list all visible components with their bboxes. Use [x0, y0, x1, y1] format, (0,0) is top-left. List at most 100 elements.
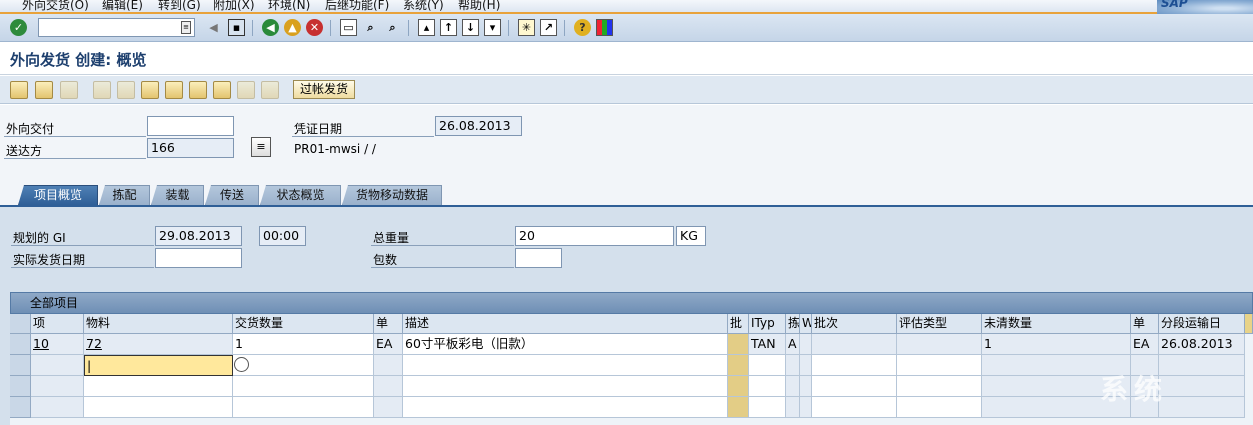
tab-goods-movement-data[interactable]: 货物移动数据	[342, 185, 442, 205]
table-cell-item-type[interactable]	[749, 376, 786, 397]
menu-goto[interactable]: 转到(G)	[158, 0, 201, 12]
table-cell-material-input[interactable]: |	[84, 355, 233, 376]
layout-menu-icon[interactable]	[596, 19, 613, 36]
table-cell-stage-date[interactable]: 26.08.2013	[1159, 334, 1245, 355]
column-header[interactable]: 分段运输日	[1159, 314, 1245, 334]
table-cell-stage-date[interactable]	[1159, 397, 1245, 418]
display-change-icon[interactable]	[10, 81, 28, 99]
serial-numbers-icon[interactable]	[237, 81, 255, 99]
table-cell-item[interactable]	[31, 376, 84, 397]
row-selector[interactable]	[10, 376, 31, 397]
command-collapse-icon[interactable]: ◀	[205, 19, 222, 36]
menu-follow-on[interactable]: 后继功能(F)	[325, 0, 389, 12]
table-cell-open-quantity[interactable]: 1	[982, 334, 1131, 355]
tab-transport[interactable]: 传送	[205, 185, 259, 205]
table-cell-batch[interactable]	[812, 376, 897, 397]
table-cell-unit[interactable]	[374, 355, 403, 376]
table-cell-description[interactable]	[403, 397, 728, 418]
table-cell-valuation-type[interactable]	[897, 376, 982, 397]
table-cell-batch[interactable]	[812, 334, 897, 355]
table-cell-batch[interactable]	[812, 355, 897, 376]
header-detail-icon[interactable]	[93, 81, 111, 99]
table-cell-quantity[interactable]: 1	[233, 334, 374, 355]
menu-environment[interactable]: 环境(N)	[268, 0, 310, 12]
column-header[interactable]: 项	[31, 314, 84, 334]
table-cell-picking[interactable]	[786, 376, 800, 397]
last-page-icon[interactable]: ▾	[484, 19, 501, 36]
table-cell-item[interactable]	[31, 397, 84, 418]
next-page-icon[interactable]: ↓	[462, 19, 479, 36]
table-cell-batch-flag[interactable]	[728, 334, 749, 355]
planned-gi-time-field[interactable]: 00:00	[259, 226, 306, 246]
table-cell-item-type[interactable]	[749, 355, 786, 376]
texts-icon[interactable]	[165, 81, 183, 99]
save-icon[interactable]: ▪	[228, 19, 245, 36]
table-cell-batch-flag[interactable]	[728, 376, 749, 397]
total-weight-field[interactable]: 20	[515, 226, 674, 246]
actual-gi-date-field[interactable]	[155, 248, 242, 268]
menu-system[interactable]: 系统(Y)	[403, 0, 444, 12]
table-cell-item[interactable]: 10	[31, 334, 84, 355]
find-next-icon[interactable]: ⌕	[384, 19, 401, 36]
column-header[interactable]: ITyp	[749, 314, 786, 334]
table-cell-quantity[interactable]	[233, 397, 374, 418]
table-cell-unit[interactable]	[374, 376, 403, 397]
table-cell-item-type[interactable]: TAN	[749, 334, 786, 355]
find-icon[interactable]: ⌕	[362, 19, 379, 36]
value-help-icon[interactable]	[234, 357, 249, 372]
create-session-icon[interactable]: ✳	[518, 19, 535, 36]
column-header[interactable]: 未清数量	[982, 314, 1131, 334]
weight-unit-field[interactable]: KG	[676, 226, 706, 246]
column-header[interactable]: 拣	[786, 314, 800, 334]
address-details-icon[interactable]: ≡	[251, 137, 271, 157]
delete-icon[interactable]	[60, 81, 78, 99]
command-history-icon[interactable]: ≡	[181, 21, 191, 34]
post-goods-issue-button[interactable]: 过帐发货	[293, 80, 356, 99]
row-selector[interactable]	[10, 355, 31, 376]
tab-item-overview[interactable]: 项目概览	[18, 185, 98, 205]
table-cell-w[interactable]	[800, 376, 812, 397]
column-header[interactable]: 批	[728, 314, 749, 334]
table-cell-w[interactable]	[800, 397, 812, 418]
tab-loading[interactable]: 装载	[151, 185, 204, 205]
previous-page-icon[interactable]: ↑	[440, 19, 457, 36]
cancel-icon[interactable]: ✕	[306, 19, 323, 36]
table-cell-picking[interactable]	[786, 397, 800, 418]
batch-split-icon[interactable]	[213, 81, 231, 99]
table-cell-description[interactable]: 60寸平板彩电（旧款）	[403, 334, 728, 355]
table-cell-quantity[interactable]	[233, 355, 374, 376]
menu-help[interactable]: 帮助(H)	[458, 0, 500, 12]
menu-edit[interactable]: 编辑(E)	[102, 0, 143, 12]
table-cell-batch[interactable]	[812, 397, 897, 418]
table-cell-valuation-type[interactable]	[897, 334, 982, 355]
column-header[interactable]: 物料	[84, 314, 233, 334]
menu-delivery[interactable]: 外向交货(O)	[22, 0, 89, 12]
table-cell-material[interactable]: 72	[84, 334, 233, 355]
column-header[interactable]: 评估类型	[897, 314, 982, 334]
table-cell-material[interactable]	[84, 376, 233, 397]
document-date-field[interactable]: 26.08.2013	[435, 116, 522, 136]
column-header[interactable]: 描述	[403, 314, 728, 334]
partner-icon[interactable]	[141, 81, 159, 99]
table-cell-unit[interactable]	[374, 397, 403, 418]
tab-status-overview[interactable]: 状态概览	[260, 185, 341, 205]
table-cell-w[interactable]	[800, 334, 812, 355]
packing-icon[interactable]	[189, 81, 207, 99]
table-cell-picking[interactable]	[786, 355, 800, 376]
table-cell-quantity[interactable]	[233, 376, 374, 397]
back-icon[interactable]: ◀	[262, 19, 279, 36]
first-page-icon[interactable]: ▴	[418, 19, 435, 36]
column-header[interactable]: 单	[1131, 314, 1159, 334]
table-cell-picking[interactable]: A	[786, 334, 800, 355]
outbound-delivery-field[interactable]	[147, 116, 234, 136]
shortcut-icon[interactable]: ↗	[540, 19, 557, 36]
table-cell-stage-date[interactable]	[1159, 355, 1245, 376]
table-cell-unit-2[interactable]: EA	[1131, 334, 1159, 355]
row-selector[interactable]	[10, 334, 31, 355]
table-cell-valuation-type[interactable]	[897, 355, 982, 376]
table-cell-w[interactable]	[800, 355, 812, 376]
column-header[interactable]: 单	[374, 314, 403, 334]
tab-picking[interactable]: 拣配	[99, 185, 150, 205]
copy-icon[interactable]	[35, 81, 53, 99]
table-cell-item[interactable]	[31, 355, 84, 376]
